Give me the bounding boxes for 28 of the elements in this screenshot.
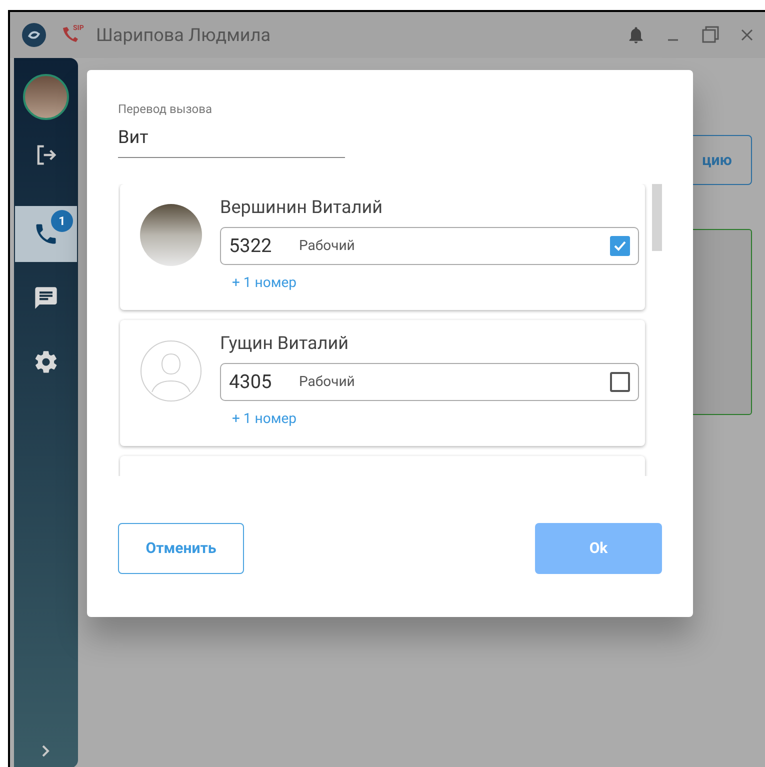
- logo-icon: [22, 23, 46, 47]
- more-numbers-link[interactable]: + 1 номер: [232, 273, 296, 294]
- number-type: Рабочий: [299, 372, 356, 392]
- phone-number: 5322: [229, 232, 273, 259]
- avatar-icon: [140, 340, 202, 402]
- more-numbers-link[interactable]: + 1 номер: [232, 409, 296, 430]
- notification-badge: 1: [51, 210, 73, 232]
- close-icon[interactable]: [740, 28, 754, 42]
- ok-button[interactable]: Ok: [535, 523, 662, 574]
- check-icon: [613, 239, 627, 253]
- maximize-icon[interactable]: [700, 25, 720, 45]
- contact-name: Гущин Виталий: [220, 332, 350, 356]
- nav-item[interactable]: 1: [15, 206, 77, 262]
- phone-number-row[interactable]: 5322 Рабочий: [220, 227, 639, 265]
- checkbox[interactable]: [610, 236, 630, 256]
- contact-name: Вершинин Виталий: [220, 196, 384, 220]
- search-field[interactable]: Вит: [118, 124, 345, 151]
- cancel-button[interactable]: Отменить: [118, 523, 244, 574]
- chat-icon: [33, 285, 59, 311]
- field-label: Перевод вызова: [118, 101, 214, 118]
- user-avatar[interactable]: [23, 74, 69, 120]
- checkbox[interactable]: [610, 372, 630, 392]
- settings-icon: [33, 349, 59, 375]
- number-type: Рабочий: [299, 236, 356, 256]
- window-title: Шарипова Людмила: [96, 24, 272, 48]
- phone-number: 4305: [229, 368, 273, 395]
- phone-number-row[interactable]: 4305 Рабочий: [220, 363, 639, 401]
- scrollbar-thumb[interactable]: [652, 184, 662, 251]
